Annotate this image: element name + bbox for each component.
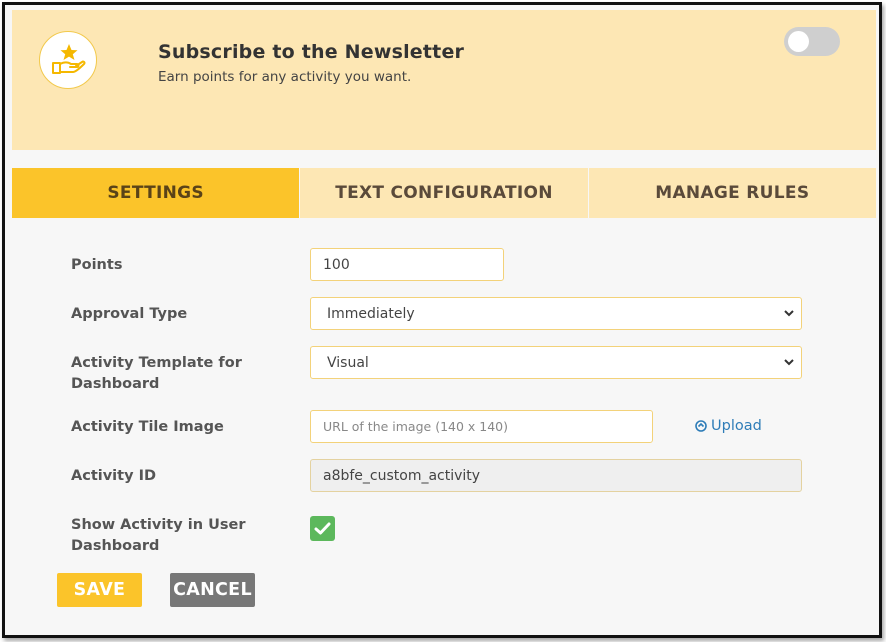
tile-image-placeholder: URL of the image (140 x 140) [323,419,509,434]
points-input[interactable]: 100 [310,248,504,281]
tab-manage-rules[interactable]: MANAGE RULES [587,168,876,218]
tile-image-label: Activity Tile Image [71,419,224,435]
upload-circle-icon [695,420,707,432]
chevron-down-icon [784,359,794,366]
activity-template-label: Activity Template for Dashboard [71,355,242,392]
activity-id-field: a8bfe_custom_activity [310,459,802,492]
points-label: Points [71,257,123,273]
page-title: Subscribe to the Newsletter [158,41,465,63]
activity-template-value: Visual [327,354,369,371]
activity-header: Subscribe to the Newsletter Earn points … [12,10,876,150]
tab-settings[interactable]: SETTINGS [12,168,300,218]
approval-type-select[interactable]: Immediately [310,297,802,330]
activity-template-select[interactable]: Visual [310,346,802,379]
activity-id-label: Activity ID [71,468,157,484]
toggle-knob [788,31,809,52]
cancel-button[interactable]: CANCEL [170,573,255,607]
chevron-down-icon [784,310,794,317]
approval-type-label: Approval Type [71,306,188,322]
points-value: 100 [323,256,350,273]
page-subtitle: Earn points for any activity you want. [158,69,412,85]
activity-enabled-toggle[interactable] [784,27,840,56]
approval-type-value: Immediately [327,305,415,322]
show-in-dashboard-label: Show Activity in User Dashboard [71,517,246,554]
upload-link[interactable]: Upload [695,418,762,434]
activity-settings-panel: Subscribe to the Newsletter Earn points … [2,2,882,638]
upload-label: Upload [711,418,762,434]
tab-text-configuration[interactable]: TEXT CONFIGURATION [299,168,588,218]
save-button[interactable]: SAVE [57,573,142,607]
hand-star-icon [39,31,97,89]
tab-bar: SETTINGS TEXT CONFIGURATION MANAGE RULES [12,168,876,218]
tile-image-url-input[interactable]: URL of the image (140 x 140) [310,410,653,443]
show-in-dashboard-checkbox[interactable] [310,516,335,541]
checkmark-icon [314,522,331,535]
activity-id-value: a8bfe_custom_activity [323,467,481,484]
